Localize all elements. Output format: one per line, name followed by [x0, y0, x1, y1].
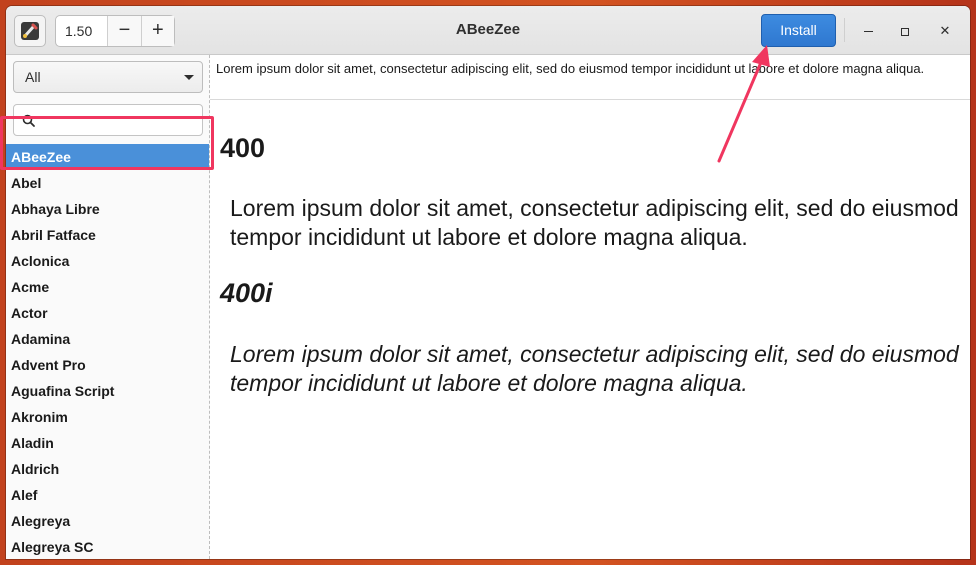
font-list-item[interactable]: Advent Pro	[6, 352, 209, 378]
font-sidebar: All ABeeZee Abel Abhaya Libre Abril Fatface…	[6, 55, 210, 559]
chevron-down-icon	[184, 75, 194, 80]
font-list-item[interactable]: Alef	[6, 482, 209, 508]
decrease-button[interactable]: −	[107, 16, 141, 46]
preview-pane: Lorem ipsum dolor sit amet, consectetur …	[210, 55, 970, 559]
header-bar: 1.50 − + ABeeZee Install ✕	[6, 6, 970, 55]
maximize-icon	[901, 27, 909, 36]
font-list-item[interactable]: Acme	[6, 274, 209, 300]
maximize-button[interactable]	[894, 20, 916, 42]
size-spinbutton[interactable]: 1.50 − +	[55, 15, 175, 47]
close-button[interactable]: ✕	[934, 20, 956, 42]
font-list-item[interactable]: Alegreya	[6, 508, 209, 534]
weight-sample-italic: Lorem ipsum dolor sit amet, consectetur …	[230, 341, 959, 396]
font-list-item[interactable]: Adamina	[6, 326, 209, 352]
font-list-item[interactable]: Abhaya Libre	[6, 196, 209, 222]
increase-button[interactable]: +	[140, 16, 174, 46]
font-list-item[interactable]: Aldrich	[6, 456, 209, 482]
minimize-button[interactable]	[857, 20, 879, 42]
font-list: ABeeZee Abel Abhaya Libre Abril Fatface Aclo…	[6, 144, 209, 559]
brush-wrench-icon	[21, 22, 39, 40]
app-menu-button[interactable]	[14, 15, 46, 47]
header-separator	[844, 18, 845, 42]
font-list-item[interactable]: Aladin	[6, 430, 209, 456]
weight-sample: Lorem ipsum dolor sit amet, consectetur …	[230, 195, 959, 250]
install-button[interactable]: Install	[761, 14, 836, 47]
font-list-item[interactable]: ABeeZee	[6, 144, 209, 170]
app-window: 1.50 − + ABeeZee Install ✕ All ABeeZee Ab…	[6, 6, 970, 559]
font-list-item[interactable]: Abel	[6, 170, 209, 196]
font-list-item[interactable]: Alegreya SC	[6, 534, 209, 559]
filter-dropdown[interactable]: All	[13, 61, 203, 93]
weight-heading: 400	[220, 133, 266, 163]
font-list-item[interactable]: Abril Fatface	[6, 222, 209, 248]
size-value[interactable]: 1.50	[56, 16, 107, 46]
filter-value: All	[25, 69, 41, 85]
close-icon: ✕	[939, 23, 951, 38]
font-list-item[interactable]: Aclonica	[6, 248, 209, 274]
font-list-item[interactable]: Actor	[6, 300, 209, 326]
search-input[interactable]	[13, 104, 203, 136]
sample-text-entry[interactable]: Lorem ipsum dolor sit amet, consectetur …	[210, 55, 970, 100]
font-list-item[interactable]: Aguafina Script	[6, 378, 209, 404]
weight-heading-italic: 400i	[220, 278, 273, 308]
minimize-icon	[863, 31, 873, 33]
search-icon	[22, 114, 35, 127]
font-list-item[interactable]: Akronim	[6, 404, 209, 430]
